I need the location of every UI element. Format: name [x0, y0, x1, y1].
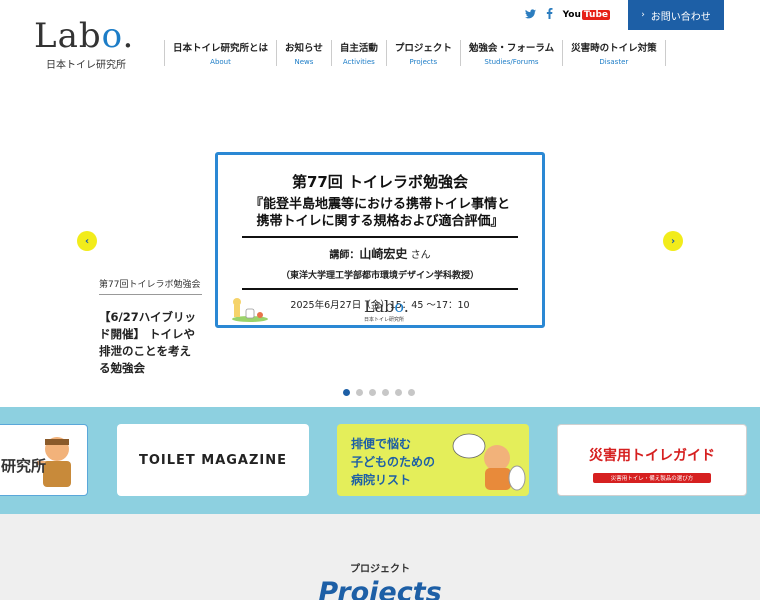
- chevron-left-icon: ‹: [84, 235, 90, 247]
- slide-category: 第77回トイレラボ勉強会: [99, 277, 202, 295]
- slider-pagination: [343, 389, 415, 396]
- main-nav: 日本トイレ研究所とは About お知らせ News 自主活動 Activiti…: [164, 40, 666, 66]
- social-links: You Tube: [524, 8, 610, 22]
- contact-label: お問い合わせ: [650, 11, 711, 23]
- child-illustration-icon: [452, 433, 526, 491]
- banner-toilet-magazine[interactable]: TOILET MAGAZINE: [117, 424, 309, 496]
- banner-strip: 研究所 TOILET MAGAZINE 排便で悩む 子どものための 病院リスト …: [0, 407, 760, 514]
- card-affiliation: （東洋大学理工学部都市環境デザイン学科教授）: [280, 271, 479, 281]
- nav-item-studies[interactable]: 勉強会・フォーラム Studies/Forums: [459, 40, 562, 66]
- banner-disaster-guide[interactable]: 災害用トイレガイド 災害用トイレ・備え製品の選び方: [557, 424, 747, 496]
- projects-section: プロジェクト Projects: [0, 514, 760, 600]
- top-bar: You Tube › お問い合わせ: [524, 0, 760, 30]
- slide-title: 【6/27ハイブリッド開催】 トイレや排泄のことを考える勉強会: [99, 310, 196, 375]
- banner-institute[interactable]: 研究所: [0, 424, 88, 496]
- youtube-icon[interactable]: You Tube: [562, 10, 610, 20]
- card-logo-subtitle: 日本トイレ研究所: [364, 317, 405, 323]
- slider-prev-button[interactable]: ‹: [77, 231, 97, 251]
- banner-institute-label: 研究所: [1, 457, 47, 475]
- slider-dot[interactable]: [408, 389, 415, 396]
- nav-item-activities[interactable]: 自主活動 Activities: [330, 40, 386, 66]
- contact-button[interactable]: › お問い合わせ: [628, 0, 724, 30]
- logo-subtitle: 日本トイレ研究所: [46, 60, 126, 71]
- chevron-right-icon: ›: [641, 10, 645, 20]
- chevron-right-icon: ›: [670, 235, 676, 247]
- slider-dot[interactable]: [369, 389, 376, 396]
- toilet-illustration-icon: [232, 298, 268, 322]
- hero-slider: ‹ › 第77回トイレラボ勉強会 【6/27ハイブリッド開催】 トイレや排泄のこ…: [0, 120, 760, 410]
- card-divider: [242, 236, 518, 238]
- logo-wordmark: Labo.: [34, 16, 135, 56]
- card-subtitle: 『能登半島地震等における携帯トイレ事情と 携帯トイレに関する規格および適合評価』: [249, 197, 510, 229]
- slider-dot[interactable]: [382, 389, 389, 396]
- banner-guide-title: 災害用トイレガイド: [589, 448, 715, 464]
- card-divider: [242, 288, 518, 290]
- banner-hospital-list[interactable]: 排便で悩む 子どものための 病院リスト: [337, 424, 529, 496]
- slider-next-button[interactable]: ›: [663, 231, 683, 251]
- card-title: 第77回 トイレラボ勉強会: [291, 173, 469, 191]
- projects-heading-jp: プロジェクト: [350, 564, 410, 575]
- banner-magazine-label: TOILET MAGAZINE: [138, 452, 288, 468]
- slider-dot[interactable]: [343, 389, 350, 396]
- banner-hospital-label: 排便で悩む 子どものための 病院リスト: [351, 437, 436, 487]
- slide-caption[interactable]: 第77回トイレラボ勉強会 【6/27ハイブリッド開催】 トイレや排泄のことを考え…: [99, 277, 202, 377]
- slider-dot[interactable]: [395, 389, 402, 396]
- nav-item-projects[interactable]: プロジェクト Projects: [385, 40, 460, 66]
- site-logo[interactable]: Labo. 日本トイレ研究所: [34, 18, 134, 71]
- card-logo: Labo.: [364, 297, 409, 316]
- projects-heading-en: Projects: [318, 577, 442, 600]
- nav-item-news[interactable]: お知らせ News: [276, 40, 331, 66]
- facebook-icon[interactable]: [546, 8, 553, 22]
- slider-dot[interactable]: [356, 389, 363, 396]
- card-lecturer: 講師：山崎宏史 さん: [329, 247, 431, 261]
- nav-item-disaster[interactable]: 災害時のトイレ対策 Disaster: [562, 40, 666, 66]
- banner-guide-subtitle: 災害用トイレ・備え製品の選び方: [592, 473, 712, 483]
- twitter-icon[interactable]: [524, 8, 536, 22]
- slide-card[interactable]: 第77回 トイレラボ勉強会 『能登半島地震等における携帯トイレ事情と 携帯トイレ…: [215, 152, 545, 328]
- nav-item-about[interactable]: 日本トイレ研究所とは About: [164, 40, 276, 66]
